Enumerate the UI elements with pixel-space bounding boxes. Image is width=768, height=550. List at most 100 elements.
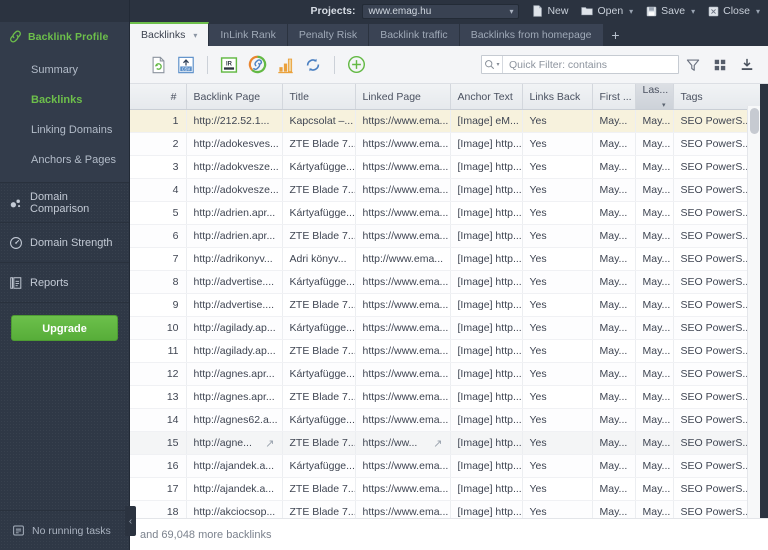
sync-icon[interactable]	[299, 52, 327, 78]
cell-last-check: May...	[635, 477, 674, 501]
add-circle-icon[interactable]	[342, 52, 370, 78]
projects-label: Projects:	[310, 5, 356, 17]
cell-linked-page: https://www.ema...	[355, 316, 451, 340]
save-project-button[interactable]: Save ▾	[646, 5, 695, 17]
open-link-arrow-icon[interactable]: ↗	[433, 437, 442, 450]
cell-title: Kártyafügge...	[282, 316, 356, 340]
new-project-button[interactable]: New	[532, 5, 568, 17]
tab-penalty-risk[interactable]: Penalty Risk	[287, 24, 370, 46]
chevron-down-icon[interactable]: ▾	[193, 31, 197, 40]
cell-backlink-page: http://212.52.1...	[186, 109, 283, 133]
cell-anchor-text: [Image] http...	[450, 316, 523, 340]
table-row[interactable]: 11 http://agilady.ap... ZTE Blade 7... http…	[130, 339, 768, 363]
cell-anchor-text: [Image] http...	[450, 293, 523, 317]
sidebar-item-anchors-and-pages[interactable]: Anchors & Pages	[0, 145, 129, 175]
add-tab-button[interactable]: +	[604, 24, 628, 46]
table-row[interactable]: 6 http://adrien.apr... ZTE Blade 7... https…	[130, 224, 768, 248]
table-row[interactable]: 15 http://agne... ↗ ZTE Blade 7... https://w…	[130, 431, 768, 455]
column-header-anchor-text[interactable]: Anchor Text	[450, 84, 523, 110]
column-header-linked-page[interactable]: Linked Page	[355, 84, 451, 110]
column-header-title[interactable]: Title	[282, 84, 356, 110]
cell-links-back: Yes	[522, 293, 593, 317]
sidebar-item-domain-comparison[interactable]: Domain Comparison	[0, 183, 129, 223]
grid-columns-icon[interactable]	[706, 52, 733, 78]
tab-backlinks-from-homepage[interactable]: Backlinks from homepage	[459, 24, 604, 46]
search-icon[interactable]: ▾	[482, 56, 503, 73]
cell-anchor-text: [Image] http...	[450, 155, 523, 179]
sidebar: Backlink Profile Summary Backlinks Linki…	[0, 0, 130, 550]
download-icon[interactable]	[733, 52, 760, 78]
link-check-icon[interactable]	[243, 52, 271, 78]
cell-first-found: May...	[592, 247, 636, 271]
quick-filter-placeholder: Quick Filter: contains	[509, 58, 608, 71]
table-row[interactable]: 2 http://adokesves... ZTE Blade 7... https:…	[130, 132, 768, 156]
scrollbar-thumb[interactable]	[750, 108, 759, 134]
column-header-first-found[interactable]: First ...	[592, 84, 636, 110]
cell-links-back: Yes	[522, 178, 593, 202]
table-row[interactable]: 9 http://advertise.... ZTE Blade 7... https…	[130, 293, 768, 317]
chevron-down-icon[interactable]: ▾	[629, 7, 633, 16]
chevron-down-icon[interactable]: ▾	[756, 7, 760, 16]
chevron-down-icon[interactable]: ▾	[691, 7, 695, 16]
sidebar-item-backlink-profile[interactable]: Backlink Profile	[0, 22, 129, 51]
backlinks-table: # Backlink Page Title Linked Page Anchor…	[130, 84, 768, 550]
table-row[interactable]: 8 http://advertise.... Kártyafügge... https…	[130, 270, 768, 294]
sidebar-item-backlinks[interactable]: Backlinks	[0, 85, 129, 115]
sidebar-item-linking-domains[interactable]: Linking Domains	[0, 115, 129, 145]
column-header-backlink-page[interactable]: Backlink Page	[186, 84, 283, 110]
table-row[interactable]: 4 http://adokvesze... ZTE Blade 7... https:…	[130, 178, 768, 202]
chart-bars-icon[interactable]	[271, 52, 299, 78]
column-header-last-check[interactable]: Las... ▾	[635, 84, 674, 110]
sidebar-subitem-label: Backlinks	[31, 94, 83, 106]
cell-text: http://agne...	[193, 437, 252, 449]
inlink-rank-icon[interactable]: IR	[215, 52, 243, 78]
cell-links-back: Yes	[522, 477, 593, 501]
open-project-button[interactable]: Open ▾	[581, 5, 633, 17]
table-row[interactable]: 12 http://agnes.apr... Kártyafügge... https…	[130, 362, 768, 386]
tab-backlinks[interactable]: Backlinks ▾	[130, 22, 210, 46]
refresh-page-icon[interactable]	[144, 52, 172, 78]
vertical-scrollbar[interactable]	[747, 106, 760, 550]
sidebar-item-domain-strength[interactable]: Domain Strength	[0, 223, 129, 263]
cell-num: 12	[130, 362, 187, 386]
table-toolbar: CSV IR ▾ Quick Filter: contains	[130, 46, 768, 84]
tab-inlink-rank[interactable]: InLink Rank	[209, 24, 288, 46]
table-row[interactable]: 16 http://ajandek.a... Kártyafügge... https…	[130, 454, 768, 478]
table-row[interactable]: 10 http://agilady.ap... Kártyafügge... http…	[130, 316, 768, 340]
project-select[interactable]: www.emag.hu ▾	[362, 3, 520, 19]
funnel-filter-icon[interactable]	[679, 52, 706, 78]
table-row[interactable]: 5 http://adrien.apr... Kártyafügge... https…	[130, 201, 768, 225]
svg-text:CSV: CSV	[182, 66, 191, 71]
quick-filter-input[interactable]: ▾ Quick Filter: contains	[481, 55, 679, 74]
cell-num: 14	[130, 408, 187, 432]
close-project-button[interactable]: Close ▾	[708, 5, 760, 17]
running-tasks-status[interactable]: No running tasks	[0, 510, 130, 550]
tab-backlink-traffic[interactable]: Backlink traffic	[369, 24, 460, 46]
export-csv-icon[interactable]: CSV	[172, 52, 200, 78]
cell-anchor-text: [Image] http...	[450, 247, 523, 271]
table-row[interactable]: 13 http://agnes.apr... ZTE Blade 7... https…	[130, 385, 768, 409]
sidebar-item-summary[interactable]: Summary	[0, 55, 129, 85]
table-row[interactable]: 1 http://212.52.1... Kapcsolat –... https:/…	[130, 109, 768, 133]
cell-last-check: May...	[635, 270, 674, 294]
sidebar-collapse-button[interactable]: ‹	[125, 506, 136, 536]
cell-backlink-page: http://agnes.apr...	[186, 362, 283, 386]
cell-anchor-text: [Image] http...	[450, 132, 523, 156]
cell-links-back: Yes	[522, 362, 593, 386]
cell-first-found: May...	[592, 454, 636, 478]
table-row[interactable]: 14 http://agnes62.a... Kártyafügge... https…	[130, 408, 768, 432]
upgrade-button[interactable]: Upgrade	[11, 315, 118, 341]
cell-title: Kártyafügge...	[282, 155, 356, 179]
open-link-arrow-icon[interactable]: ↗	[265, 437, 274, 450]
column-header-num[interactable]: #	[130, 84, 187, 110]
table-row[interactable]: 3 http://adokvesze... Kártyafügge... https:…	[130, 155, 768, 179]
cell-linked-page: https://www.ema...	[355, 385, 451, 409]
table-row[interactable]: 17 http://ajandek.a... ZTE Blade 7... https…	[130, 477, 768, 501]
chevron-down-icon[interactable]: ▾	[496, 61, 499, 68]
cell-title: Kártyafügge...	[282, 270, 356, 294]
cell-last-check: May...	[635, 155, 674, 179]
column-header-links-back[interactable]: Links Back	[522, 84, 593, 110]
table-row[interactable]: 7 http://adrikonyv... Adri könyv... http://…	[130, 247, 768, 271]
tab-label: Backlinks	[141, 29, 186, 41]
sidebar-item-reports[interactable]: Reports	[0, 263, 129, 303]
